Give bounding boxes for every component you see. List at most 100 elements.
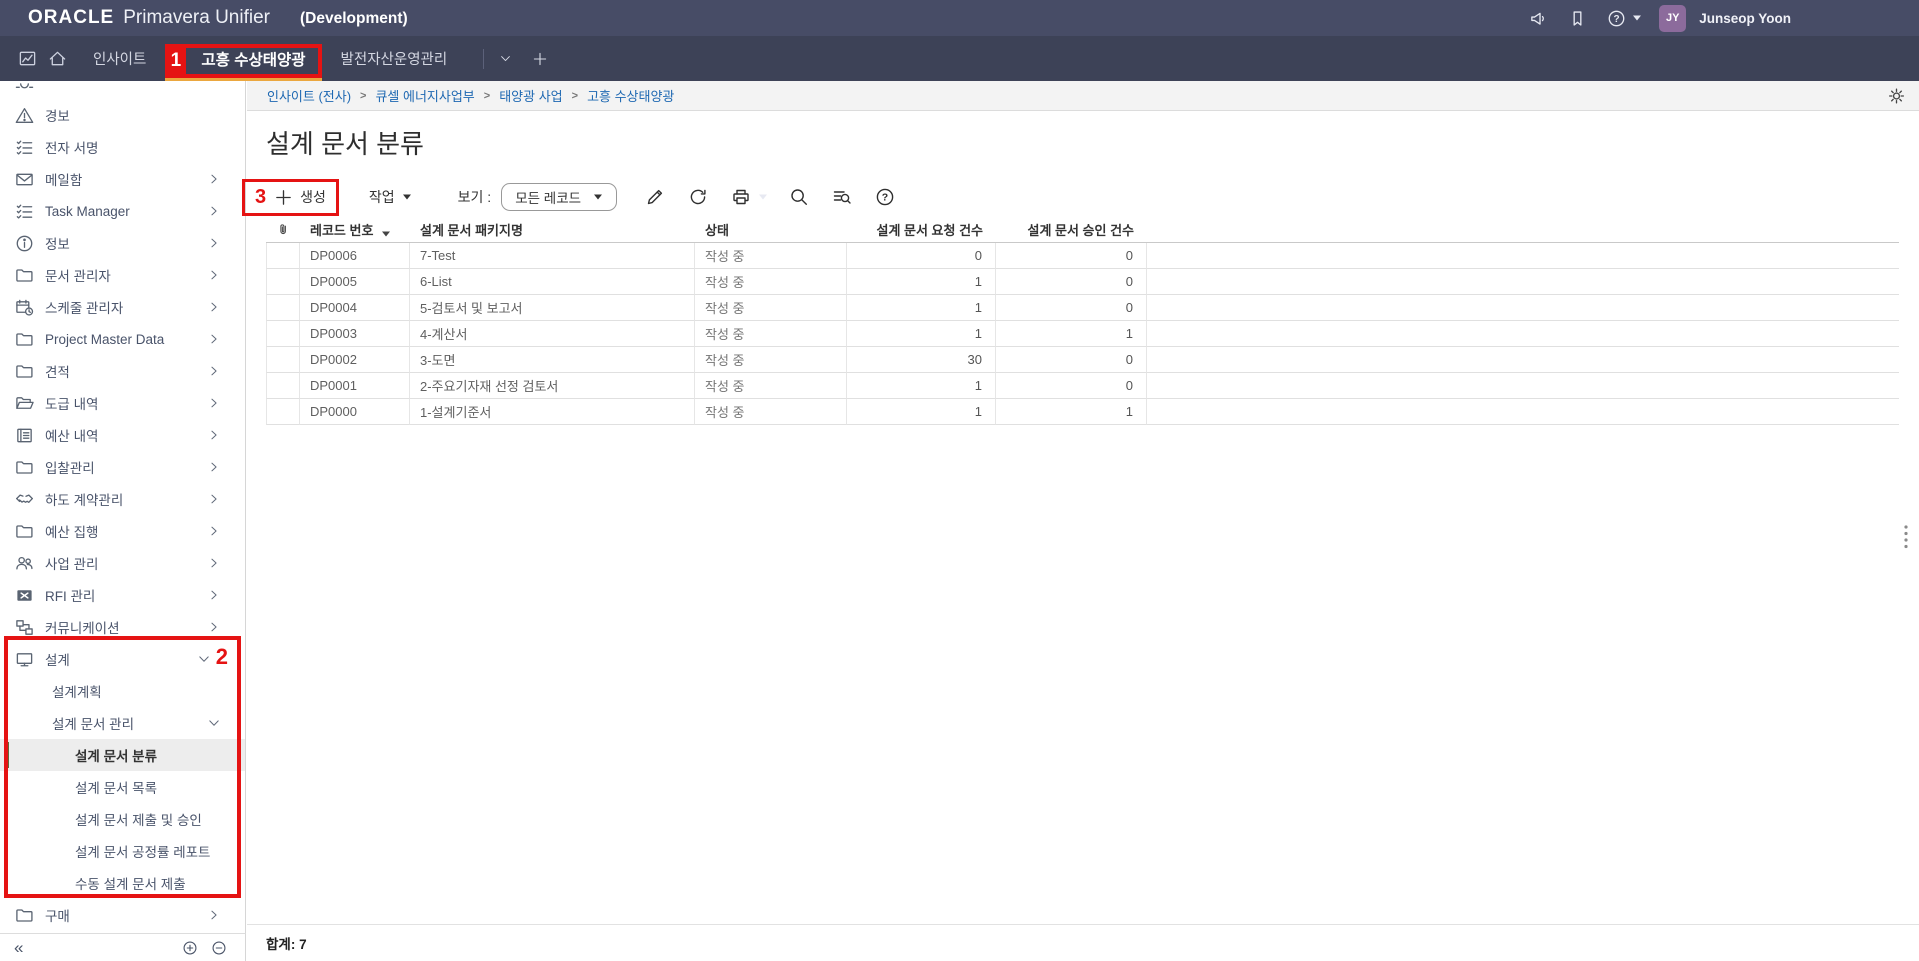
sidebar-item-설계계획[interactable]: 설계계획 <box>0 675 245 707</box>
tab-고흥 수상태양광[interactable]: 1 고흥 수상태양광 <box>165 36 322 81</box>
collapse-sidebar-button[interactable]: « <box>14 939 23 956</box>
find-in-list-icon[interactable] <box>830 185 854 209</box>
bookmarks-icon[interactable] <box>1566 7 1588 29</box>
create-button[interactable]: 생성 <box>274 187 326 207</box>
print-menu-button[interactable] <box>729 185 768 209</box>
chevron-right-icon[interactable] <box>207 524 221 538</box>
column-header-설계 문서 패키지명[interactable]: 설계 문서 패키지명 <box>410 217 695 243</box>
cell-attachment <box>266 399 300 425</box>
view-select[interactable]: 모든 레코드 <box>501 183 618 211</box>
tab-발전자산운영관리[interactable]: 발전자산운영관리 <box>320 36 469 81</box>
chevron-right-icon[interactable] <box>207 556 221 570</box>
edit-icon[interactable] <box>643 185 667 209</box>
chevron-right-icon[interactable] <box>207 268 221 282</box>
sidebar-item-문서 관리자[interactable]: 문서 관리자 <box>0 259 245 291</box>
sidebar-item-커뮤니케이션[interactable]: 커뮤니케이션 <box>0 611 245 643</box>
sidebar-item-설계 문서 분류[interactable]: 설계 문서 분류 <box>0 739 245 771</box>
announcements-icon[interactable] <box>1527 7 1549 29</box>
sidebar-item-메일함[interactable]: 메일함 <box>0 163 245 195</box>
avatar[interactable]: JY <box>1659 4 1687 32</box>
table-row-DP0003[interactable]: DP0003 4-계산서 작성 중11 <box>266 321 1899 347</box>
chevron-right-icon[interactable] <box>207 300 221 314</box>
tab-인사이트[interactable]: 인사이트 <box>72 36 167 81</box>
actions-menu-button[interactable]: 작업 <box>369 187 412 207</box>
sidebar-item-Task Manager[interactable]: Task Manager <box>0 195 245 227</box>
sidebar-item-설계 문서 목록[interactable]: 설계 문서 목록 <box>0 771 245 803</box>
add-tab-button[interactable] <box>532 36 548 81</box>
sidebar-item-구매[interactable]: 구매 <box>0 899 245 931</box>
column-header-상태[interactable]: 상태 <box>695 217 847 243</box>
sidebar-item-도급 내역[interactable]: 도급 내역 <box>0 387 245 419</box>
help-icon[interactable]: ? <box>1605 7 1627 29</box>
chevron-right-icon[interactable] <box>207 364 221 378</box>
column-header-설계 문서 승인 건수[interactable]: 설계 문서 승인 건수 <box>996 217 1147 243</box>
chevron-right-icon[interactable] <box>207 236 221 250</box>
chevron-right-icon[interactable] <box>207 428 221 442</box>
breadcrumb-link[interactable]: 큐셀 에너지사업부 <box>375 86 474 105</box>
refresh-icon[interactable] <box>686 185 710 209</box>
sidebar-item-설계[interactable]: 설계 <box>0 643 245 675</box>
sidebar-item-예산 내역[interactable]: 예산 내역 <box>0 419 245 451</box>
search-icon[interactable] <box>787 185 811 209</box>
chevron-down-icon[interactable] <box>207 716 221 730</box>
breadcrumb-link[interactable]: 태양광 사업 <box>499 86 562 105</box>
insights-chart-icon[interactable] <box>12 36 42 81</box>
chevron-right-icon[interactable] <box>207 620 221 634</box>
cell-status: 작성 중 <box>695 347 847 373</box>
sidebar-item-경보[interactable]: 경보 <box>0 99 245 131</box>
sidebar-item-Project Master Data[interactable]: Project Master Data <box>0 323 245 355</box>
chevron-right-icon[interactable] <box>207 460 221 474</box>
gear-icon[interactable] <box>1887 86 1906 105</box>
table-row-DP0005[interactable]: DP0005 6-List 작성 중10 <box>266 269 1899 295</box>
sidebar-item-입찰관리[interactable]: 입찰관리 <box>0 451 245 483</box>
user-name[interactable]: Junseop Yoon <box>1699 11 1791 26</box>
breadcrumb-link[interactable]: 고흥 수상태양광 <box>587 86 674 105</box>
sidebar-item-하도 계약관리[interactable]: 하도 계약관리 <box>0 483 245 515</box>
sidebar-item-label: 설계 문서 관리 <box>52 717 135 732</box>
sidebar-item-견적[interactable]: 견적 <box>0 355 245 387</box>
sidebar-item-스케줄 관리자[interactable]: 스케줄 관리자 <box>0 291 245 323</box>
column-header-attachment[interactable] <box>266 217 300 243</box>
sidebar-item-label: Task Manager <box>45 203 130 219</box>
chevron-right-icon[interactable] <box>207 332 221 346</box>
sidebar-item-수동 설계 문서 제출[interactable]: 수동 설계 문서 제출 <box>0 867 245 899</box>
sidebar-item-설계 문서 공정률 레포트[interactable]: 설계 문서 공정률 레포트 <box>0 835 245 867</box>
chevron-right-icon[interactable] <box>207 492 221 506</box>
sidebar-item-label: 설계 문서 목록 <box>75 781 158 796</box>
collapse-all-icon[interactable] <box>211 940 227 956</box>
cell-record-no: DP0003 <box>300 321 410 347</box>
chevron-right-icon[interactable] <box>207 172 221 186</box>
cell-attachment <box>266 269 300 295</box>
table-row-DP0001[interactable]: DP0001 2-주요기자재 선정 검토서 작성 중10 <box>266 373 1899 399</box>
tab-overflow-chevron-icon[interactable] <box>499 36 512 81</box>
table-row-DP0004[interactable]: DP0004 5-검토서 및 보고서 작성 중10 <box>266 295 1899 321</box>
breadcrumb-link[interactable]: 인사이트 (전사) <box>267 86 351 105</box>
help-icon[interactable]: ? <box>873 185 897 209</box>
table-row-DP0000[interactable]: DP0000 1-설계기준서 작성 중11 <box>266 399 1899 425</box>
expand-all-icon[interactable] <box>182 940 198 956</box>
sidebar-item-설계 문서 제출 및 승인[interactable]: 설계 문서 제출 및 승인 <box>0 803 245 835</box>
sidebar-item-사업 관리[interactable]: 사업 관리 <box>0 547 245 579</box>
sidebar-item-설계 문서 관리[interactable]: 설계 문서 관리 <box>0 707 245 739</box>
panel-drag-handle-icon[interactable] <box>1901 524 1913 552</box>
cell-package-name: 5-검토서 및 보고서 <box>410 295 695 321</box>
sidebar-item-RFI 관리[interactable]: RFI 관리 <box>0 579 245 611</box>
breadcrumb-items: 인사이트 (전사) > 큐셀 에너지사업부 > 태양광 사업 > 고흥 수상태양광 <box>267 86 674 105</box>
help-menu[interactable]: ? <box>1605 7 1642 29</box>
table-row-DP0002[interactable]: DP0002 3-도면 작성 중 30 0 <box>266 347 1899 373</box>
home-icon[interactable] <box>42 36 72 81</box>
sidebar-item-정보[interactable]: 정보 <box>0 227 245 259</box>
table-row-DP0006[interactable]: DP0006 7-Test 작성 중00 <box>266 243 1899 269</box>
chevron-right-icon[interactable] <box>207 588 221 602</box>
network-icon <box>15 618 34 637</box>
chevron-right-icon[interactable] <box>207 908 221 922</box>
sidebar-item-label: 설계 문서 공정률 레포트 <box>75 845 211 860</box>
chevron-down-icon[interactable] <box>197 652 211 666</box>
sidebar-item-예산 집행[interactable]: 예산 집행 <box>0 515 245 547</box>
chevron-right-icon[interactable] <box>207 204 221 218</box>
cell-package-name: 2-주요기자재 선정 검토서 <box>410 373 695 399</box>
column-header-레코드 번호[interactable]: 레코드 번호 <box>300 217 410 243</box>
column-header-설계 문서 요청 건수[interactable]: 설계 문서 요청 건수 <box>847 217 996 243</box>
chevron-right-icon[interactable] <box>207 396 221 410</box>
sidebar-item-전자 서명[interactable]: 전자 서명 <box>0 131 245 163</box>
